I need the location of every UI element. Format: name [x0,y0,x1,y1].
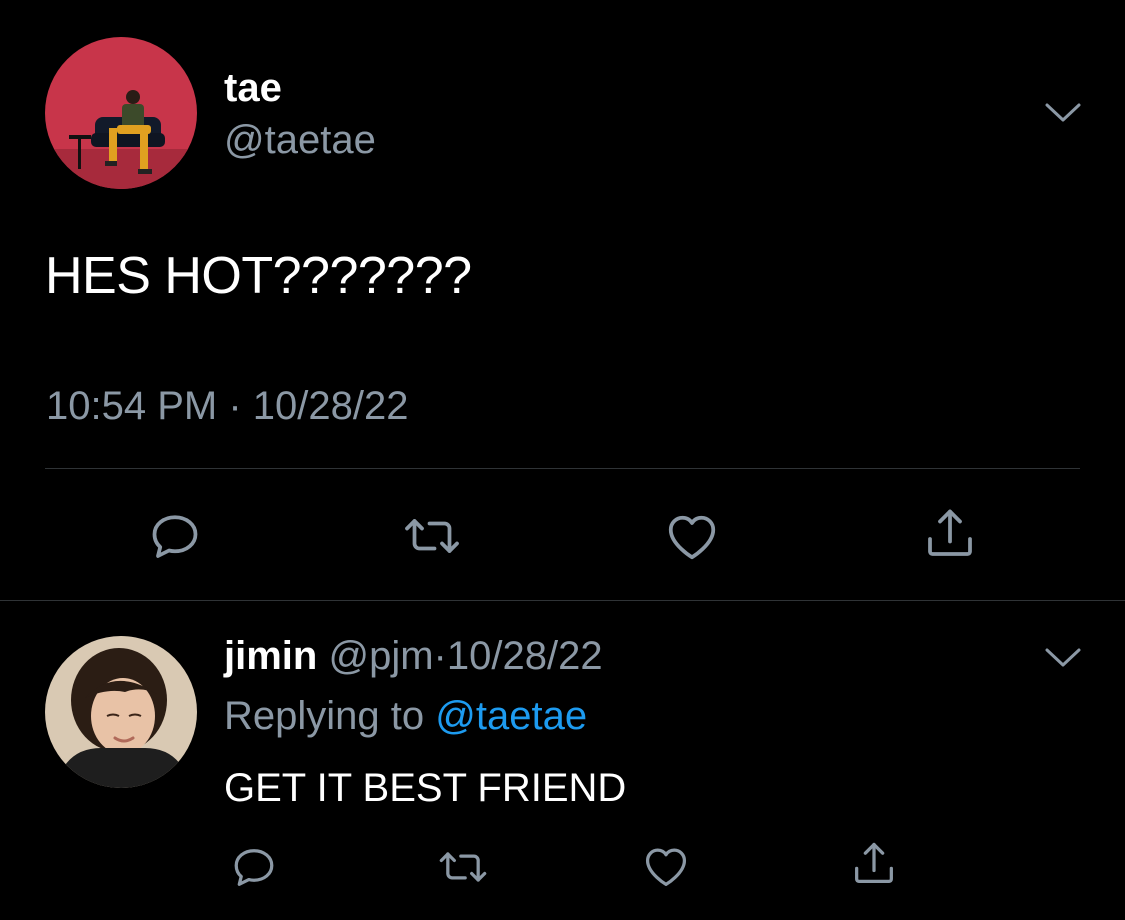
reply-date[interactable]: 10/28/22 [447,634,603,678]
chevron-down-icon[interactable] [1043,100,1083,126]
display-name[interactable]: tae [224,64,282,112]
section-divider [0,600,1125,601]
divider [45,468,1080,469]
reply-icon[interactable] [228,841,280,893]
chevron-down-icon[interactable] [1043,645,1083,671]
reply-icon[interactable] [145,506,205,566]
user-handle[interactable]: @taetae [224,116,376,164]
replying-to-label: Replying to [224,694,425,738]
tweet-timestamp[interactable]: 10:54 PM · 10/28/22 [46,380,408,432]
heart-icon[interactable] [640,840,692,892]
user-handle[interactable]: @pjm [328,634,433,678]
tae-avatar[interactable] [45,37,197,189]
jimin-profile-photo [45,636,197,788]
mention-link[interactable]: @taetae [435,694,587,738]
retweet-icon[interactable] [402,506,462,566]
replying-to-line: Replying to @taetae [224,690,587,742]
share-icon[interactable] [848,838,900,890]
tweet-text: HES HOT??????? [45,247,472,305]
jimin-avatar[interactable] [45,636,197,788]
reply-text: GET IT BEST FRIEND [224,766,627,810]
heart-icon[interactable] [662,506,722,566]
separator-dot: · [433,634,447,678]
share-icon[interactable] [920,504,980,564]
reply-header: jimin @pjm·10/28/22 [224,630,603,682]
tae-profile-photo [45,37,197,189]
retweet-icon[interactable] [437,841,489,893]
display-name[interactable]: jimin [224,634,317,678]
